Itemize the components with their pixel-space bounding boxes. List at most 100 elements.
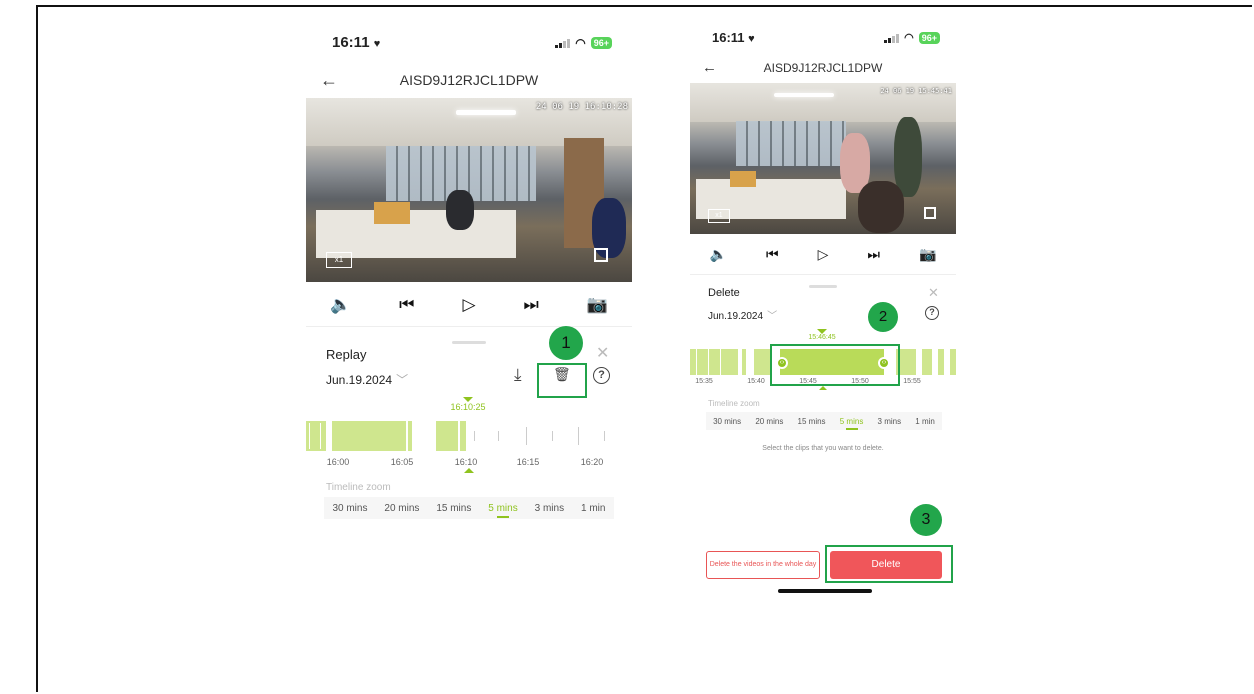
zoom-option-20[interactable]: 20 mins [384,503,419,514]
zoom-option-15[interactable]: 15 mins [798,417,826,426]
step-badge-1: 1 [549,326,583,360]
recording-segment [742,349,746,375]
close-icon[interactable]: ✕ [596,343,609,363]
timeline-tick [604,431,605,441]
help-icon[interactable]: ? [925,306,939,320]
timeline-tick [552,431,553,441]
zoom-option-30[interactable]: 30 mins [713,417,741,426]
delete-hint: Select the clips that you want to delete… [762,445,884,452]
heart-icon: ♥ [748,33,755,45]
zoom-option-3[interactable]: 3 mins [535,503,564,514]
timeline-position-caret [464,468,474,473]
prev-icon[interactable]: ⏮ [399,295,414,315]
zoom-option-20[interactable]: 20 mins [755,417,783,426]
timeline-label: 15:40 [747,378,765,385]
status-time: 16:11 ♥ [712,30,755,45]
zoom-option-1[interactable]: 1 min [915,417,935,426]
highlight-delete-button [825,545,953,583]
zoom-option-5[interactable]: 5 mins [488,503,517,514]
snapshot-icon[interactable]: 📷 [919,246,936,263]
status-bar: 16:11 ♥ ◠ 96+ [306,28,632,52]
zoom-option-3[interactable]: 3 mins [878,417,902,426]
heart-icon: ♥ [373,38,381,50]
volume-icon[interactable]: 🔈 [710,246,727,263]
video-desk [316,210,516,258]
segment-gap [320,423,321,449]
device-title: AISD9J12RJCL1DPW [399,72,539,88]
speed-indicator[interactable]: x1 [326,252,352,268]
nav-bar: ← AISD9J12RJCL1DPW [690,58,956,78]
timeline-label: 16:10 [454,457,478,467]
video-light [456,110,516,115]
prev-icon[interactable]: ⏮ [766,246,779,263]
sheet-grabber[interactable] [809,285,837,288]
recording-segment [460,421,466,451]
timeline-label: 15:35 [695,378,713,385]
help-icon[interactable]: ? [593,367,610,384]
next-icon[interactable]: ⏭ [867,246,880,263]
snapshot-icon[interactable]: 📷 [587,295,608,315]
nav-bar: ← AISD9J12RJCL1DPW [306,68,632,92]
date-selector[interactable]: Jun.19.2024 ﹀ [708,307,777,322]
recording-segment [436,421,458,451]
video-player[interactable]: 24 06 19 16:10:28 x1 [306,98,632,282]
timeline-position-caret [819,386,827,390]
signal-icon [555,38,571,48]
zoom-option-5[interactable]: 5 mins [840,417,864,426]
timeline-label: 16:20 [580,457,604,467]
battery-indicator: 96+ [918,31,940,44]
play-icon[interactable]: ▷ [462,295,475,315]
sheet-grabber[interactable] [452,341,486,344]
zoom-option-15[interactable]: 15 mins [436,503,471,514]
home-indicator [778,589,872,593]
date-selector[interactable]: Jun.19.2024 ﹀ [326,371,408,388]
next-icon[interactable]: ⏭ [524,295,539,315]
battery-indicator: 96+ [590,37,612,49]
video-person [894,117,922,197]
video-person [446,190,474,230]
back-arrow-icon[interactable]: ← [320,68,338,92]
speed-indicator[interactable]: x1 [708,209,730,223]
zoom-selector: 30 mins 20 mins 15 mins 5 mins 3 mins 1 … [706,412,942,430]
video-player[interactable]: 24 06 19 15:45:41 x1 [690,83,956,234]
close-icon[interactable]: ✕ [928,285,939,301]
delete-whole-day-button[interactable]: Delete the videos in the whole day [706,551,820,579]
back-arrow-icon[interactable]: ← [702,58,717,78]
screenshot-frame [36,5,1252,692]
timeline-tick [526,427,527,445]
download-icon[interactable]: ⤓ [514,365,522,385]
playback-controls: 🔈 ⏮ ▷ ⏭ 📷 [306,290,632,320]
recording-segment [950,349,956,375]
timeline-tick [474,431,475,441]
segment-gap [720,349,721,375]
timeline-strip[interactable] [306,421,632,451]
highlight-delete-icon [537,363,587,398]
recording-segment [408,421,412,451]
timeline-label: 16:15 [516,457,540,467]
wifi-icon: ◠ [904,32,914,44]
segment-gap [696,349,697,375]
recording-segment [754,349,770,375]
chevron-down-icon: ﹀ [767,311,778,322]
recording-segment [938,349,944,375]
timeline-label: 16:00 [326,457,350,467]
fullscreen-icon[interactable] [594,248,608,262]
highlight-selected-range [770,344,900,386]
zoom-option-1[interactable]: 1 min [581,503,605,514]
play-icon[interactable]: ▷ [818,246,829,263]
video-box [730,171,756,187]
recording-segment [690,349,738,375]
signal-icon [884,33,900,43]
recording-segment [332,421,406,451]
video-box [374,202,410,224]
timeline-current-time: 16:10:25 [450,402,486,412]
video-person [858,181,904,233]
fullscreen-icon[interactable] [924,207,936,219]
timeline-label: 15:55 [903,378,921,385]
zoom-option-30[interactable]: 30 mins [332,503,367,514]
segment-gap [708,349,709,375]
step-badge-2: 2 [868,302,898,332]
volume-icon[interactable]: 🔈 [330,295,351,315]
status-bar: 16:11 ♥ ◠ 96+ [690,22,956,46]
recording-segment [922,349,932,375]
